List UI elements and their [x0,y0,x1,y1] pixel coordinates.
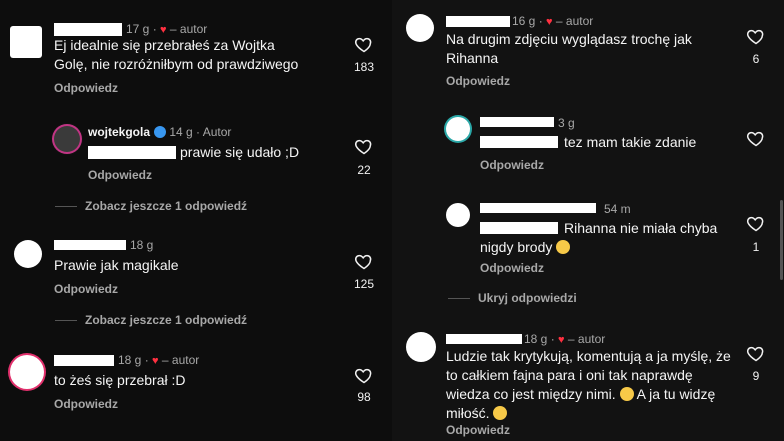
comments-column-left: 17 g · ♥ – autor Ej idealnie się przebra… [0,0,392,441]
view-more-replies[interactable]: Zobacz jeszcze 1 odpowiedź [55,199,247,213]
redacted-mention [88,146,176,159]
reply-button[interactable]: Odpowiedz [480,261,544,275]
reply-button[interactable]: Odpowiedz [446,74,510,88]
like-count: 125 [353,277,375,291]
redacted-username [446,334,522,344]
view-more-replies[interactable]: Zobacz jeszcze 1 odpowiedź [55,313,247,327]
redacted-username [446,16,510,27]
redacted-username [54,23,122,36]
avatar[interactable] [10,355,44,389]
redacted-mention [480,136,558,148]
comment-meta: wojtekgola 14 g · Autor [88,125,232,139]
like-count: 9 [752,369,760,383]
like-count: 183 [353,60,375,74]
username[interactable]: wojtekgola [88,125,150,139]
like-count: 1 [752,240,760,254]
scrollbar[interactable] [780,200,783,280]
comment-meta: 18 g [130,238,154,252]
comment-meta: 18 g · ♥ – autor [118,353,200,367]
reply-button[interactable]: Odpowiedz [446,423,510,437]
comment-text: Prawie jak magikale [54,257,179,273]
heart-outline-icon[interactable] [354,365,374,385]
reply-button[interactable]: Odpowiedz [480,158,544,172]
reply-button[interactable]: Odpowiedz [54,397,118,411]
reply-button[interactable]: Odpowiedz [54,282,118,296]
comment-text: Na drugim zdjęciu wyglądasz trochę jak R… [446,31,692,66]
heart-filled-icon: ♥ [558,334,565,346]
avatar[interactable] [406,332,436,362]
heart-outline-icon[interactable] [746,213,766,233]
comment-text: Ej idealnie się przebrałeś za Wojtka Gol… [54,37,299,72]
comment-meta: 18 g · ♥ – autor [524,332,606,346]
comment-text: Ludzie tak krytykują, komentują a ja myś… [446,348,731,421]
avatar[interactable] [14,240,42,268]
like-count: 98 [357,390,371,404]
redacted-username [54,240,126,250]
heart-filled-icon: ♥ [160,24,167,36]
comment-text: tez mam takie zdanie [564,134,697,150]
heart-outline-icon[interactable] [746,343,766,363]
avatar[interactable] [406,14,434,42]
hide-replies-button[interactable]: Ukryj odpowiedzi [448,291,577,305]
avatar[interactable] [54,126,80,152]
heart-outline-icon[interactable] [354,251,374,271]
redacted-username [54,355,114,366]
comment-meta: 16 g · ♥ – autor [512,14,594,28]
redacted-username [480,203,596,213]
heart-outline-icon[interactable] [354,136,374,156]
reply-button[interactable]: Odpowiedz [88,168,152,182]
comment-text: prawie się udało ;D [180,144,300,160]
comments-column-right: 16 g · ♥ – autor Na drugim zdjęciu wyglą… [392,0,784,441]
smile-emoji-icon [619,387,634,401]
redacted-username [480,117,554,127]
heart-outline-icon[interactable] [746,128,766,148]
heart-outline-icon[interactable] [354,34,374,54]
comment-text: Rihanna nie miała chyba nigdy brody [480,220,718,255]
avatar[interactable] [10,26,42,58]
thinking-emoji-icon [556,240,571,254]
comment-meta: 3 g [558,116,575,130]
comment-meta: 17 g · ♥ – autor [126,22,208,36]
like-count: 22 [357,163,371,177]
comment-text: to żeś się przebrał :D [54,372,186,388]
verified-badge-icon [154,126,167,138]
like-count: 6 [752,52,760,66]
heart-outline-icon[interactable] [746,26,766,46]
comment-meta: 54 m [604,202,631,216]
heart-filled-icon: ♥ [152,355,159,367]
reply-button[interactable]: Odpowiedz [54,81,118,95]
avatar[interactable] [446,203,470,227]
smile-emoji-icon [493,406,508,420]
avatar[interactable] [446,117,470,141]
heart-filled-icon: ♥ [546,16,553,28]
